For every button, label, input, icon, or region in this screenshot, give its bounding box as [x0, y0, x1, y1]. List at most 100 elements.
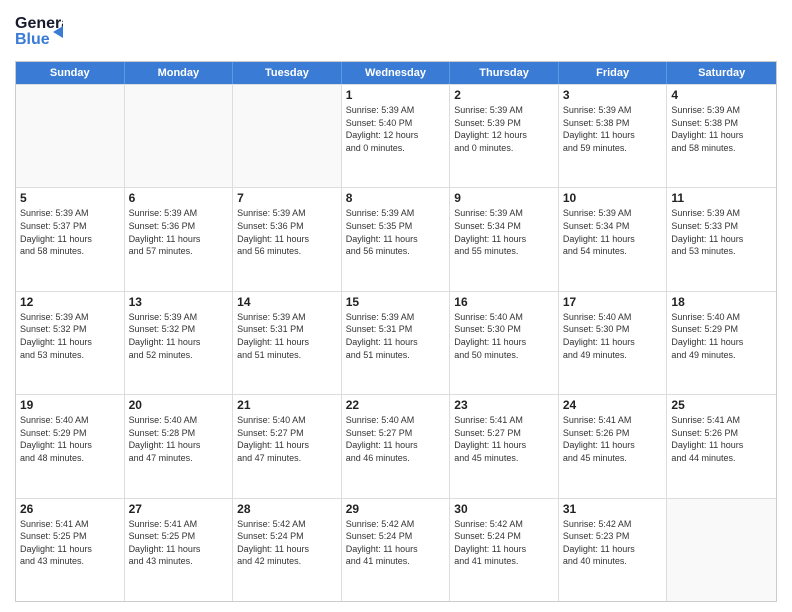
day-cell-2: 2Sunrise: 5:39 AMSunset: 5:39 PMDaylight…: [450, 85, 559, 187]
cell-line: Daylight: 11 hours: [671, 336, 772, 349]
header-day-sunday: Sunday: [16, 62, 125, 84]
day-cell-13: 13Sunrise: 5:39 AMSunset: 5:32 PMDayligh…: [125, 292, 234, 394]
cell-line: Daylight: 11 hours: [129, 439, 229, 452]
cell-line: and 45 minutes.: [563, 452, 663, 465]
cell-line: Sunrise: 5:39 AM: [563, 207, 663, 220]
day-number: 10: [563, 191, 663, 205]
day-cell-5: 5Sunrise: 5:39 AMSunset: 5:37 PMDaylight…: [16, 188, 125, 290]
cell-line: Sunrise: 5:39 AM: [563, 104, 663, 117]
cell-line: Daylight: 11 hours: [346, 336, 446, 349]
cell-line: Daylight: 11 hours: [237, 233, 337, 246]
cell-line: and 49 minutes.: [563, 349, 663, 362]
cell-line: Sunset: 5:31 PM: [346, 323, 446, 336]
header-day-wednesday: Wednesday: [342, 62, 451, 84]
cell-line: Sunrise: 5:42 AM: [454, 518, 554, 531]
day-cell-23: 23Sunrise: 5:41 AMSunset: 5:27 PMDayligh…: [450, 395, 559, 497]
cell-line: Sunrise: 5:40 AM: [346, 414, 446, 427]
cell-line: Sunrise: 5:39 AM: [671, 207, 772, 220]
day-number: 16: [454, 295, 554, 309]
week-row-1: 1Sunrise: 5:39 AMSunset: 5:40 PMDaylight…: [16, 84, 776, 187]
day-cell-12: 12Sunrise: 5:39 AMSunset: 5:32 PMDayligh…: [16, 292, 125, 394]
cell-line: Daylight: 11 hours: [20, 543, 120, 556]
day-number: 6: [129, 191, 229, 205]
cell-line: and 48 minutes.: [20, 452, 120, 465]
week-row-5: 26Sunrise: 5:41 AMSunset: 5:25 PMDayligh…: [16, 498, 776, 601]
day-number: 26: [20, 502, 120, 516]
logo-icon: General Blue: [15, 10, 63, 55]
cell-line: Daylight: 11 hours: [346, 543, 446, 556]
cell-line: Sunset: 5:38 PM: [671, 117, 772, 130]
cell-line: Sunset: 5:36 PM: [129, 220, 229, 233]
cell-line: Sunset: 5:29 PM: [671, 323, 772, 336]
cell-line: Sunset: 5:25 PM: [20, 530, 120, 543]
day-number: 2: [454, 88, 554, 102]
day-number: 15: [346, 295, 446, 309]
cell-line: Sunset: 5:24 PM: [454, 530, 554, 543]
day-cell-3: 3Sunrise: 5:39 AMSunset: 5:38 PMDaylight…: [559, 85, 668, 187]
day-number: 30: [454, 502, 554, 516]
cell-line: Sunset: 5:32 PM: [129, 323, 229, 336]
cell-line: Daylight: 11 hours: [454, 543, 554, 556]
cell-line: Daylight: 12 hours: [454, 129, 554, 142]
cell-line: Sunset: 5:34 PM: [454, 220, 554, 233]
cell-line: Sunrise: 5:39 AM: [346, 311, 446, 324]
cell-line: Daylight: 11 hours: [563, 336, 663, 349]
svg-text:Blue: Blue: [15, 31, 50, 48]
cell-line: Sunset: 5:27 PM: [346, 427, 446, 440]
cell-line: Sunrise: 5:39 AM: [671, 104, 772, 117]
day-number: 12: [20, 295, 120, 309]
cell-line: Daylight: 11 hours: [671, 439, 772, 452]
day-number: 17: [563, 295, 663, 309]
cell-line: Daylight: 11 hours: [671, 233, 772, 246]
day-cell-21: 21Sunrise: 5:40 AMSunset: 5:27 PMDayligh…: [233, 395, 342, 497]
cell-line: Sunset: 5:29 PM: [20, 427, 120, 440]
day-cell-8: 8Sunrise: 5:39 AMSunset: 5:35 PMDaylight…: [342, 188, 451, 290]
calendar-header: SundayMondayTuesdayWednesdayThursdayFrid…: [16, 62, 776, 84]
day-cell-26: 26Sunrise: 5:41 AMSunset: 5:25 PMDayligh…: [16, 499, 125, 601]
day-cell-25: 25Sunrise: 5:41 AMSunset: 5:26 PMDayligh…: [667, 395, 776, 497]
day-cell-1: 1Sunrise: 5:39 AMSunset: 5:40 PMDaylight…: [342, 85, 451, 187]
day-number: 7: [237, 191, 337, 205]
header: General Blue: [15, 10, 777, 55]
cell-line: Sunset: 5:30 PM: [563, 323, 663, 336]
cell-line: and 41 minutes.: [346, 555, 446, 568]
day-cell-19: 19Sunrise: 5:40 AMSunset: 5:29 PMDayligh…: [16, 395, 125, 497]
cell-line: Daylight: 11 hours: [129, 543, 229, 556]
day-number: 18: [671, 295, 772, 309]
week-row-3: 12Sunrise: 5:39 AMSunset: 5:32 PMDayligh…: [16, 291, 776, 394]
cell-line: Sunset: 5:40 PM: [346, 117, 446, 130]
cell-line: Sunset: 5:33 PM: [671, 220, 772, 233]
cell-line: Sunset: 5:30 PM: [454, 323, 554, 336]
cell-line: and 47 minutes.: [237, 452, 337, 465]
cell-line: Daylight: 11 hours: [129, 336, 229, 349]
cell-line: and 56 minutes.: [346, 245, 446, 258]
day-cell-9: 9Sunrise: 5:39 AMSunset: 5:34 PMDaylight…: [450, 188, 559, 290]
cell-line: Sunrise: 5:39 AM: [346, 207, 446, 220]
cell-line: and 52 minutes.: [129, 349, 229, 362]
cell-line: Sunset: 5:28 PM: [129, 427, 229, 440]
week-row-2: 5Sunrise: 5:39 AMSunset: 5:37 PMDaylight…: [16, 187, 776, 290]
cell-line: Daylight: 11 hours: [346, 233, 446, 246]
header-day-thursday: Thursday: [450, 62, 559, 84]
day-cell-31: 31Sunrise: 5:42 AMSunset: 5:23 PMDayligh…: [559, 499, 668, 601]
svg-text:General: General: [15, 15, 63, 32]
day-cell-17: 17Sunrise: 5:40 AMSunset: 5:30 PMDayligh…: [559, 292, 668, 394]
cell-line: Sunset: 5:26 PM: [563, 427, 663, 440]
cell-line: Daylight: 11 hours: [454, 336, 554, 349]
cell-line: and 58 minutes.: [671, 142, 772, 155]
day-cell-24: 24Sunrise: 5:41 AMSunset: 5:26 PMDayligh…: [559, 395, 668, 497]
cell-line: Sunset: 5:37 PM: [20, 220, 120, 233]
cell-line: Sunset: 5:25 PM: [129, 530, 229, 543]
calendar: SundayMondayTuesdayWednesdayThursdayFrid…: [15, 61, 777, 602]
day-number: 4: [671, 88, 772, 102]
cell-line: and 55 minutes.: [454, 245, 554, 258]
day-number: 25: [671, 398, 772, 412]
cell-line: and 46 minutes.: [346, 452, 446, 465]
cell-line: Sunrise: 5:39 AM: [20, 207, 120, 220]
header-day-friday: Friday: [559, 62, 668, 84]
header-day-tuesday: Tuesday: [233, 62, 342, 84]
cell-line: Sunrise: 5:39 AM: [129, 311, 229, 324]
cell-line: Sunset: 5:24 PM: [237, 530, 337, 543]
cell-line: and 40 minutes.: [563, 555, 663, 568]
cell-line: Sunset: 5:27 PM: [237, 427, 337, 440]
